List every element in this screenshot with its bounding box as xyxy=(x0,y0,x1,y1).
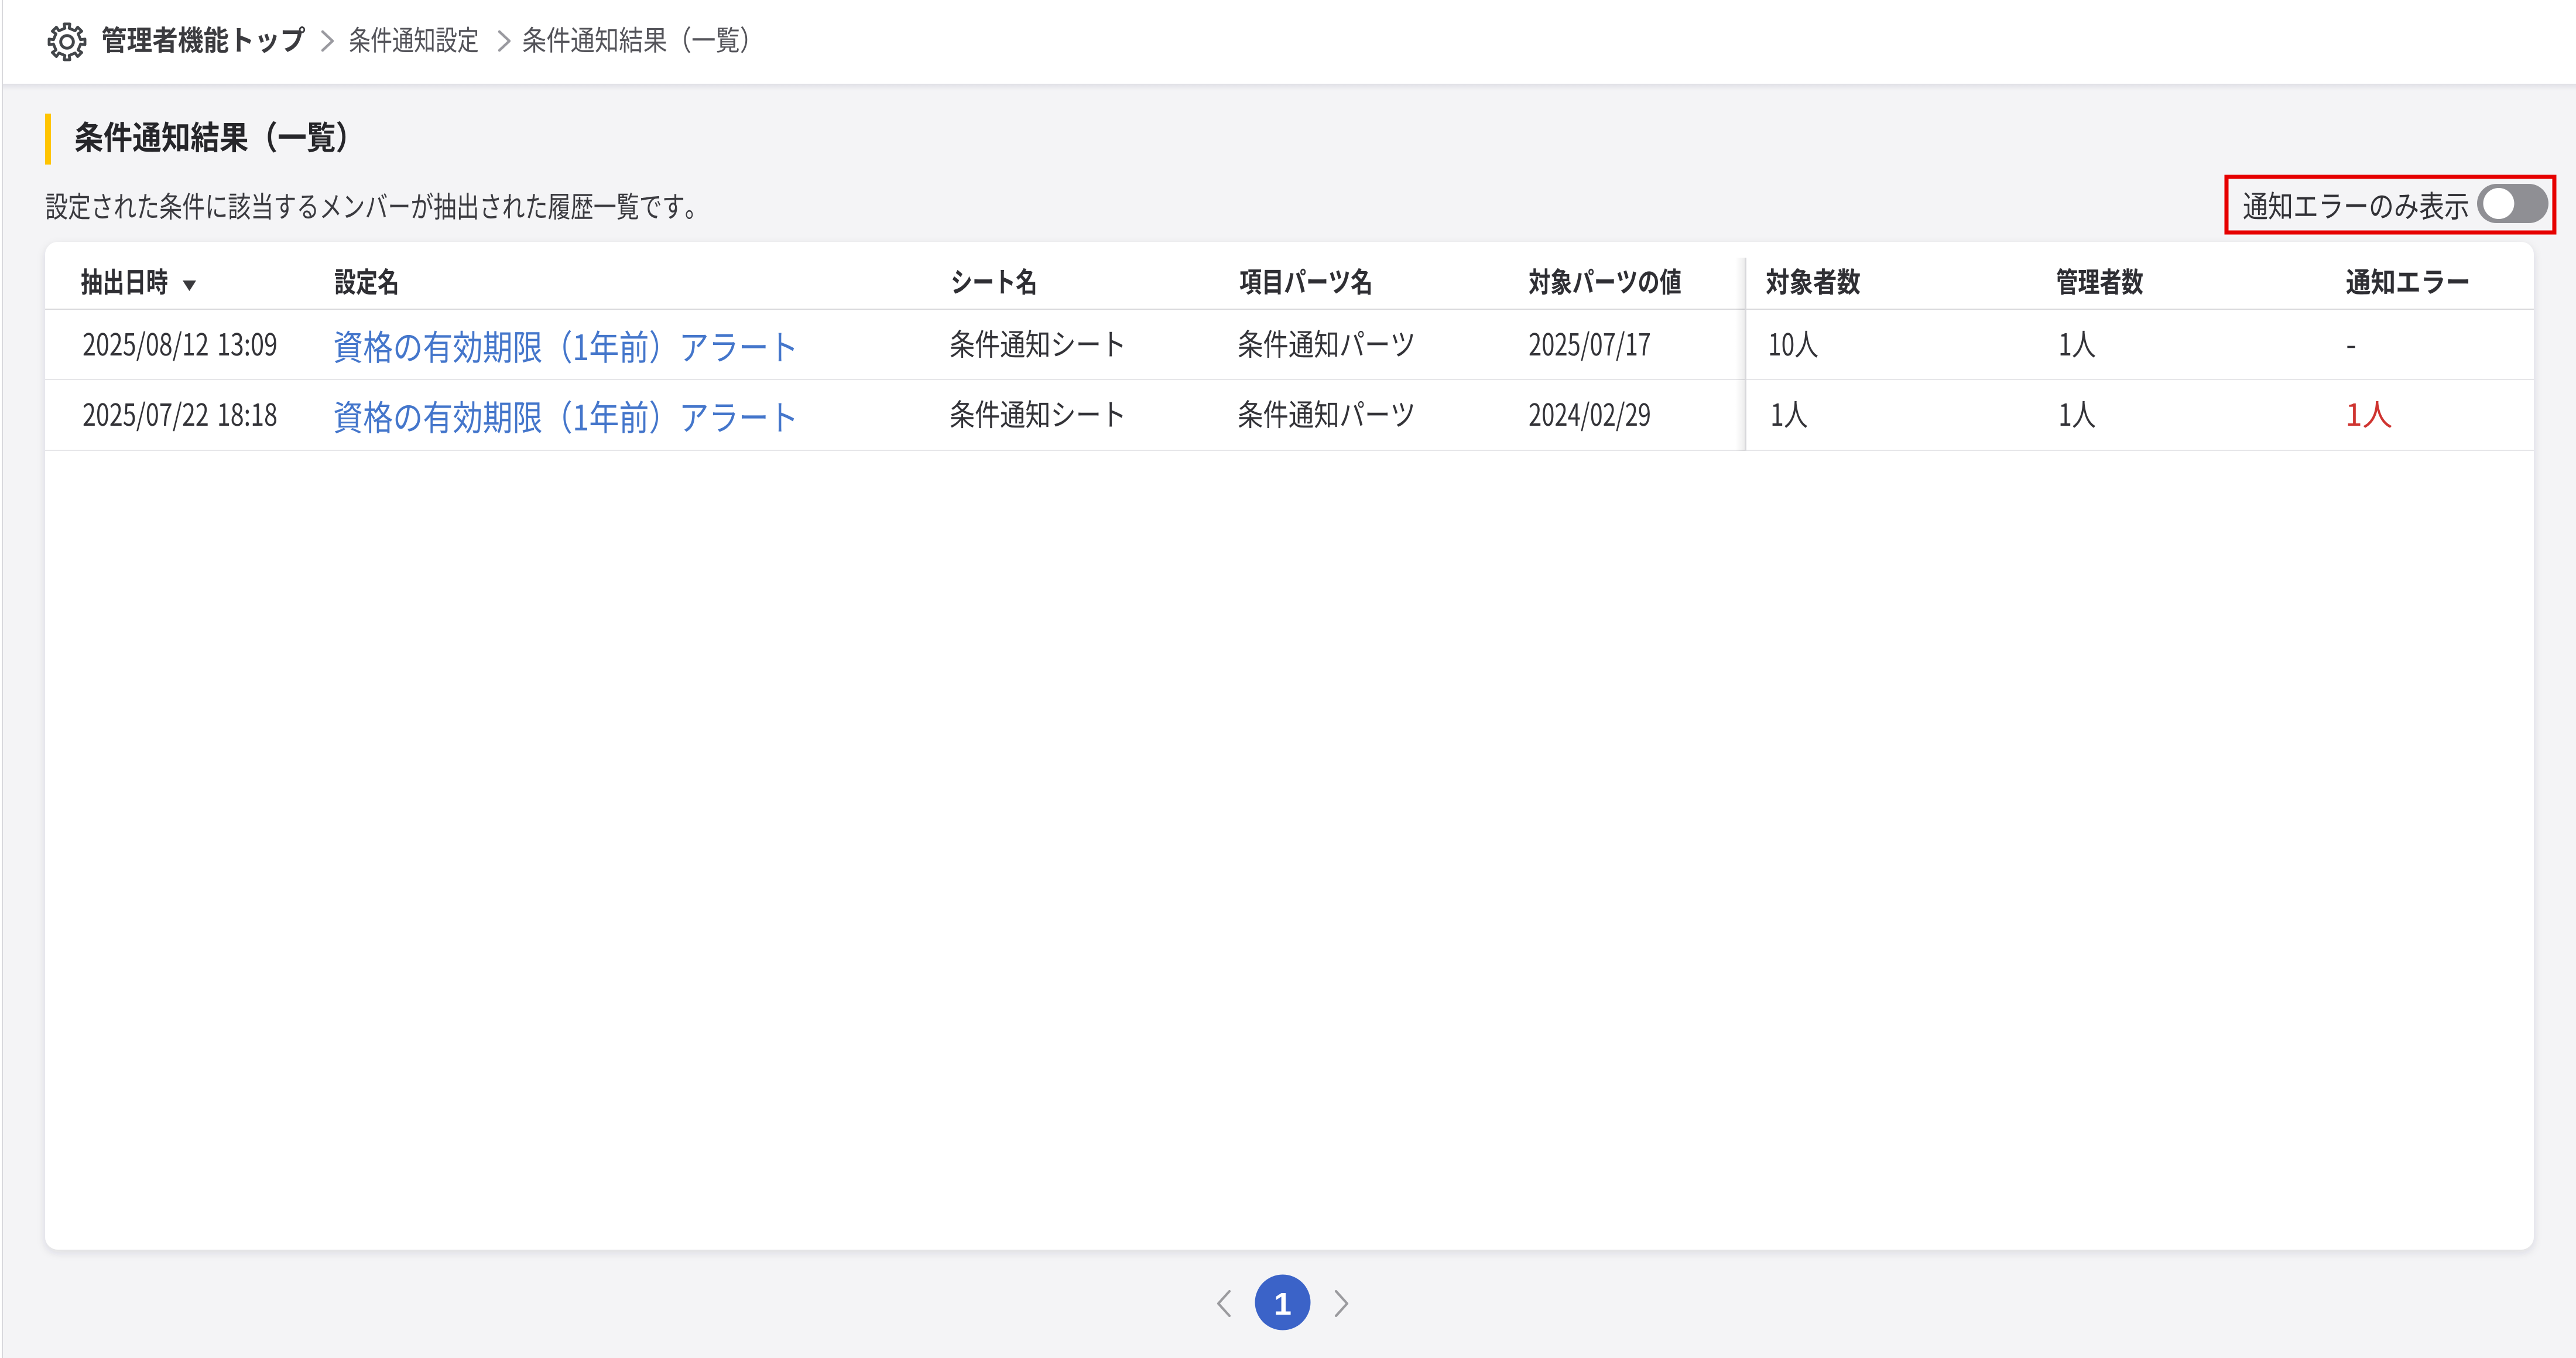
svg-text:1: 1 xyxy=(1274,1287,1292,1322)
